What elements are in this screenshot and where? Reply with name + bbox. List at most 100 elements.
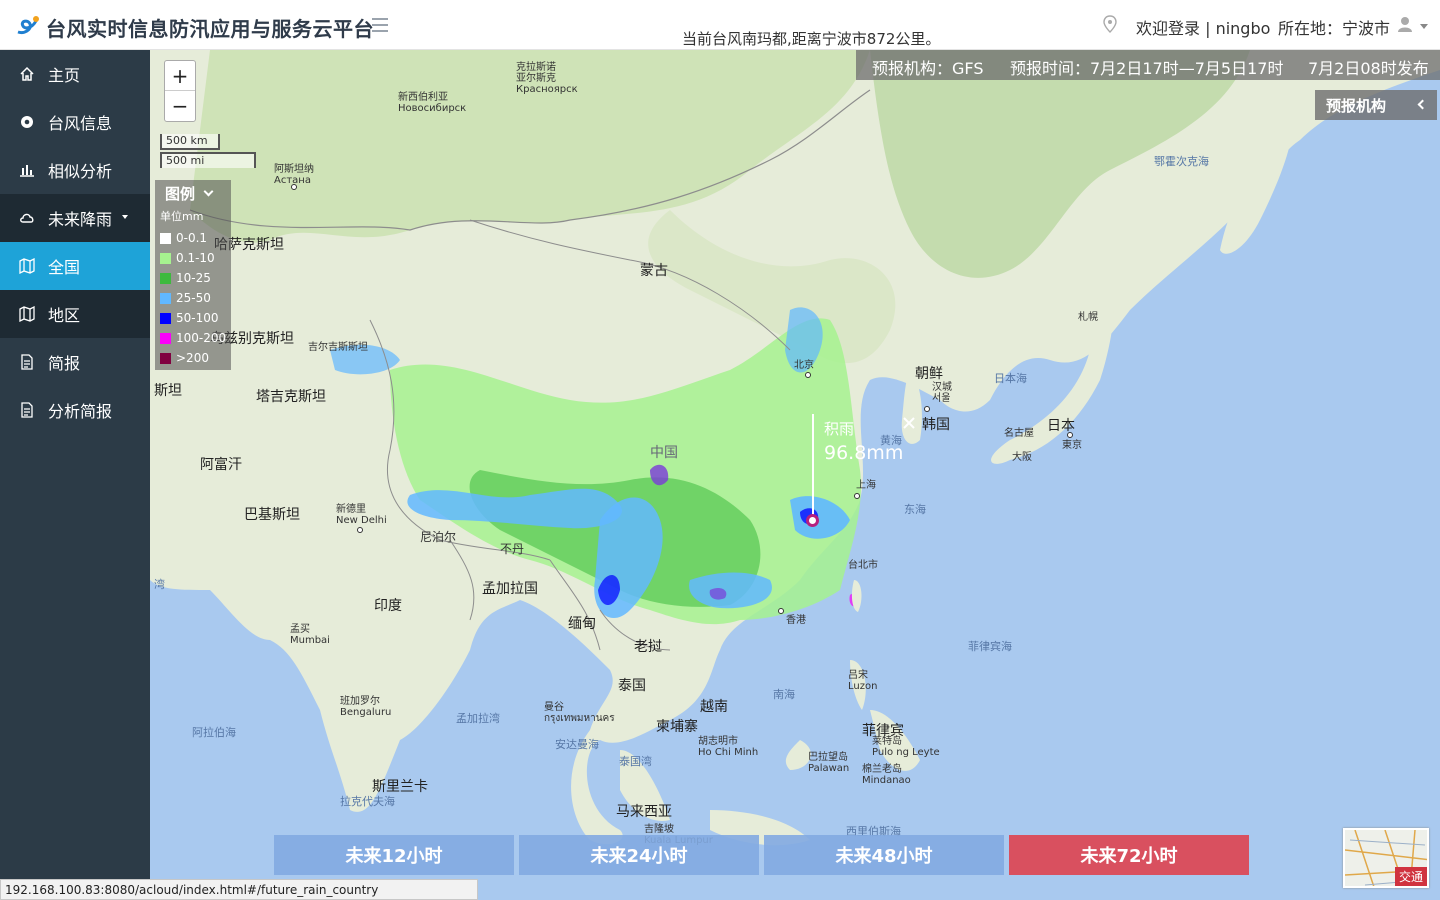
minimap-label: 交通 <box>1394 867 1427 886</box>
bar-chart-icon <box>18 161 36 179</box>
sidebar-item-future-rain[interactable]: 未来降雨 <box>0 194 150 242</box>
cloud-icon <box>18 209 36 227</box>
user-icon[interactable] <box>1398 16 1412 32</box>
rain-marker-point[interactable] <box>806 514 819 527</box>
user-menu-caret-icon[interactable] <box>1420 24 1428 29</box>
map-label-nepal: 尼泊尔 <box>420 530 457 544</box>
sidebar-item-similar-analysis[interactable]: 相似分析 <box>0 146 150 194</box>
legend-label: 100-200 <box>176 331 227 345</box>
legend-panel: 图例 单位mm 0-0.1 0.1-10 10-25 25-50 50-100 … <box>155 180 231 370</box>
map-scale: 500 km 500 mi <box>160 134 256 168</box>
map-label-leyte: 莱特岛 Pulo ng Leyte <box>872 736 940 758</box>
city-marker-new-delhi <box>357 527 363 533</box>
legend-item: >200 <box>155 348 231 368</box>
map-label-mindanao: 棉兰老岛 Mindanao <box>862 764 911 786</box>
map-label-hong-kong: 香港 <box>786 615 806 626</box>
agency-panel-toggle[interactable]: 预报机构 <box>1315 90 1437 120</box>
zoom-control: + − <box>164 60 196 122</box>
sidebar-item-label: 地区 <box>48 306 81 325</box>
map-label-cambodia: 柬埔寨 <box>656 719 698 735</box>
map-label-new-delhi: 新德里 New Delhi <box>336 504 387 526</box>
map-label-bay-of-bengal: 孟加拉湾 <box>456 712 500 725</box>
location-label: 所在地：宁波市 <box>1278 19 1391 38</box>
scale-mi: 500 mi <box>160 152 256 168</box>
typhoon-icon <box>18 113 36 131</box>
forecast-issued: 7月2日08时发布 <box>1308 59 1429 78</box>
traffic-minimap[interactable]: 交通 <box>1343 828 1429 888</box>
rain-marker-value: 96.8mm <box>824 442 904 464</box>
forecast-period: 预报时间：7月2日17时—7月5日17时 <box>1010 59 1284 78</box>
map-label-arabian-sea: 阿拉伯海 <box>192 726 236 739</box>
map-label-laos: 老挝 <box>634 639 662 655</box>
map-label-south-korea: 韩国 <box>922 417 950 433</box>
sidebar-item-briefing[interactable]: 简报 <box>0 338 150 386</box>
map-label-tajikistan: 塔吉克斯坦 <box>256 389 326 405</box>
legend-swatch <box>160 352 171 364</box>
typhoon-status-text: 当前台风南玛都,距离宁波市872公里。 <box>682 30 941 48</box>
map-label-luzon: 吕宋 Luzon <box>848 670 878 692</box>
location-pin-icon <box>1103 15 1117 33</box>
sidebar-item-home[interactable]: 主页 <box>0 50 150 98</box>
legend-label: 0-0.1 <box>176 231 208 245</box>
legend-title: 图例 <box>165 184 196 203</box>
app-title: 台风实时信息防汛应用与服务云平台 <box>46 17 374 41</box>
map-label-krasnoyarsk: 克拉斯诺 亚尔斯克 Красноярск <box>516 62 578 95</box>
legend-unit: 单位mm <box>160 210 204 223</box>
top-bar: 台风实时信息防汛应用与服务云平台 当前台风南玛都,距离宁波市872公里。 欢迎登… <box>0 0 1440 50</box>
city-marker-tokyo <box>1067 432 1073 438</box>
legend-swatch <box>160 252 171 264</box>
legend-item: 50-100 <box>155 308 231 328</box>
map-label-vietnam: 越南 <box>700 699 728 715</box>
chevron-down-icon <box>122 215 128 219</box>
chevron-down-icon <box>203 186 214 196</box>
legend-item: 10-25 <box>155 268 231 288</box>
menu-toggle-icon[interactable] <box>372 14 388 34</box>
legend-swatch <box>160 232 171 244</box>
tab-next-12h[interactable]: 未来12小时 <box>274 835 514 875</box>
tab-next-48h[interactable]: 未来48小时 <box>764 835 1004 875</box>
sidebar-item-typhoon-info[interactable]: 台风信息 <box>0 98 150 146</box>
home-icon <box>18 65 36 83</box>
city-marker-beijing <box>805 372 811 378</box>
zoom-in-button[interactable]: + <box>165 61 195 91</box>
typhoon-position-icon[interactable] <box>902 416 916 430</box>
map-label-osaka: 大阪 <box>1012 452 1032 463</box>
map-label-sea-of-okhotsk: 鄂霍次克海 <box>1154 155 1209 168</box>
legend-label: 25-50 <box>176 291 211 305</box>
map-label-beijing: 北京 <box>794 360 814 371</box>
map-label-mongolia: 蒙古 <box>640 263 668 279</box>
map-label-malaysia: 马来西亚 <box>616 804 672 820</box>
map-icon <box>18 257 36 275</box>
map-label-bangladesh: 孟加拉国 <box>482 581 538 597</box>
map-label-taipei: 台北市 <box>848 560 878 571</box>
rain-marker-line <box>812 414 814 518</box>
legend-label: 10-25 <box>176 271 211 285</box>
map-label-myanmar: 缅甸 <box>568 616 596 632</box>
zoom-out-button[interactable]: − <box>165 91 195 121</box>
sidebar-item-label: 台风信息 <box>48 114 113 133</box>
legend-toggle[interactable]: 图例 <box>155 180 231 206</box>
tab-next-24h[interactable]: 未来24小时 <box>519 835 759 875</box>
forecast-info-bar: 预报机构：GFS 预报时间：7月2日17时—7月5日17时 7月2日08时发布 <box>856 50 1440 80</box>
welcome-user-link[interactable]: 欢迎登录 | ningbo <box>1136 15 1270 39</box>
tab-next-72h[interactable]: 未来72小时 <box>1009 835 1249 875</box>
map-label-bengaluru: 班加罗尔 Bengaluru <box>340 696 392 718</box>
map-label-mumbai: 孟买 Mumbai <box>290 624 330 646</box>
rain-forecast-map[interactable]: 蒙古 中国 哈萨克斯坦 乌兹别克斯坦 吉尔吉斯斯坦 塔吉克斯坦 斯坦 阿富汗 巴… <box>150 50 1440 900</box>
legend-item: 0.1-10 <box>155 248 231 268</box>
sidebar-item-national[interactable]: 全国 <box>0 242 150 290</box>
map-label-palawan: 巴拉望岛 Palawan <box>808 752 850 774</box>
sidebar-item-analysis-briefing[interactable]: 分析简报 <box>0 386 150 434</box>
app-window: 台风实时信息防汛应用与服务云平台 当前台风南玛都,距离宁波市872公里。 欢迎登… <box>0 0 1440 900</box>
legend-label: 0.1-10 <box>176 251 215 265</box>
sidebar-item-label: 全国 <box>48 258 81 277</box>
browser-status-url: 192.168.100.83:8080/acloud/index.html#/f… <box>0 879 478 900</box>
legend-swatch <box>160 332 171 344</box>
sidebar-item-region[interactable]: 地区 <box>0 290 150 338</box>
map-label-south-china-sea: 南海 <box>773 688 795 701</box>
map-label-afghanistan: 阿富汗 <box>200 457 242 473</box>
map-label-gulf-of-thailand: 泰国湾 <box>619 755 652 768</box>
city-marker-shanghai <box>854 493 860 499</box>
map-label-china: 中国 <box>650 445 678 461</box>
chevron-left-icon <box>1417 99 1428 110</box>
